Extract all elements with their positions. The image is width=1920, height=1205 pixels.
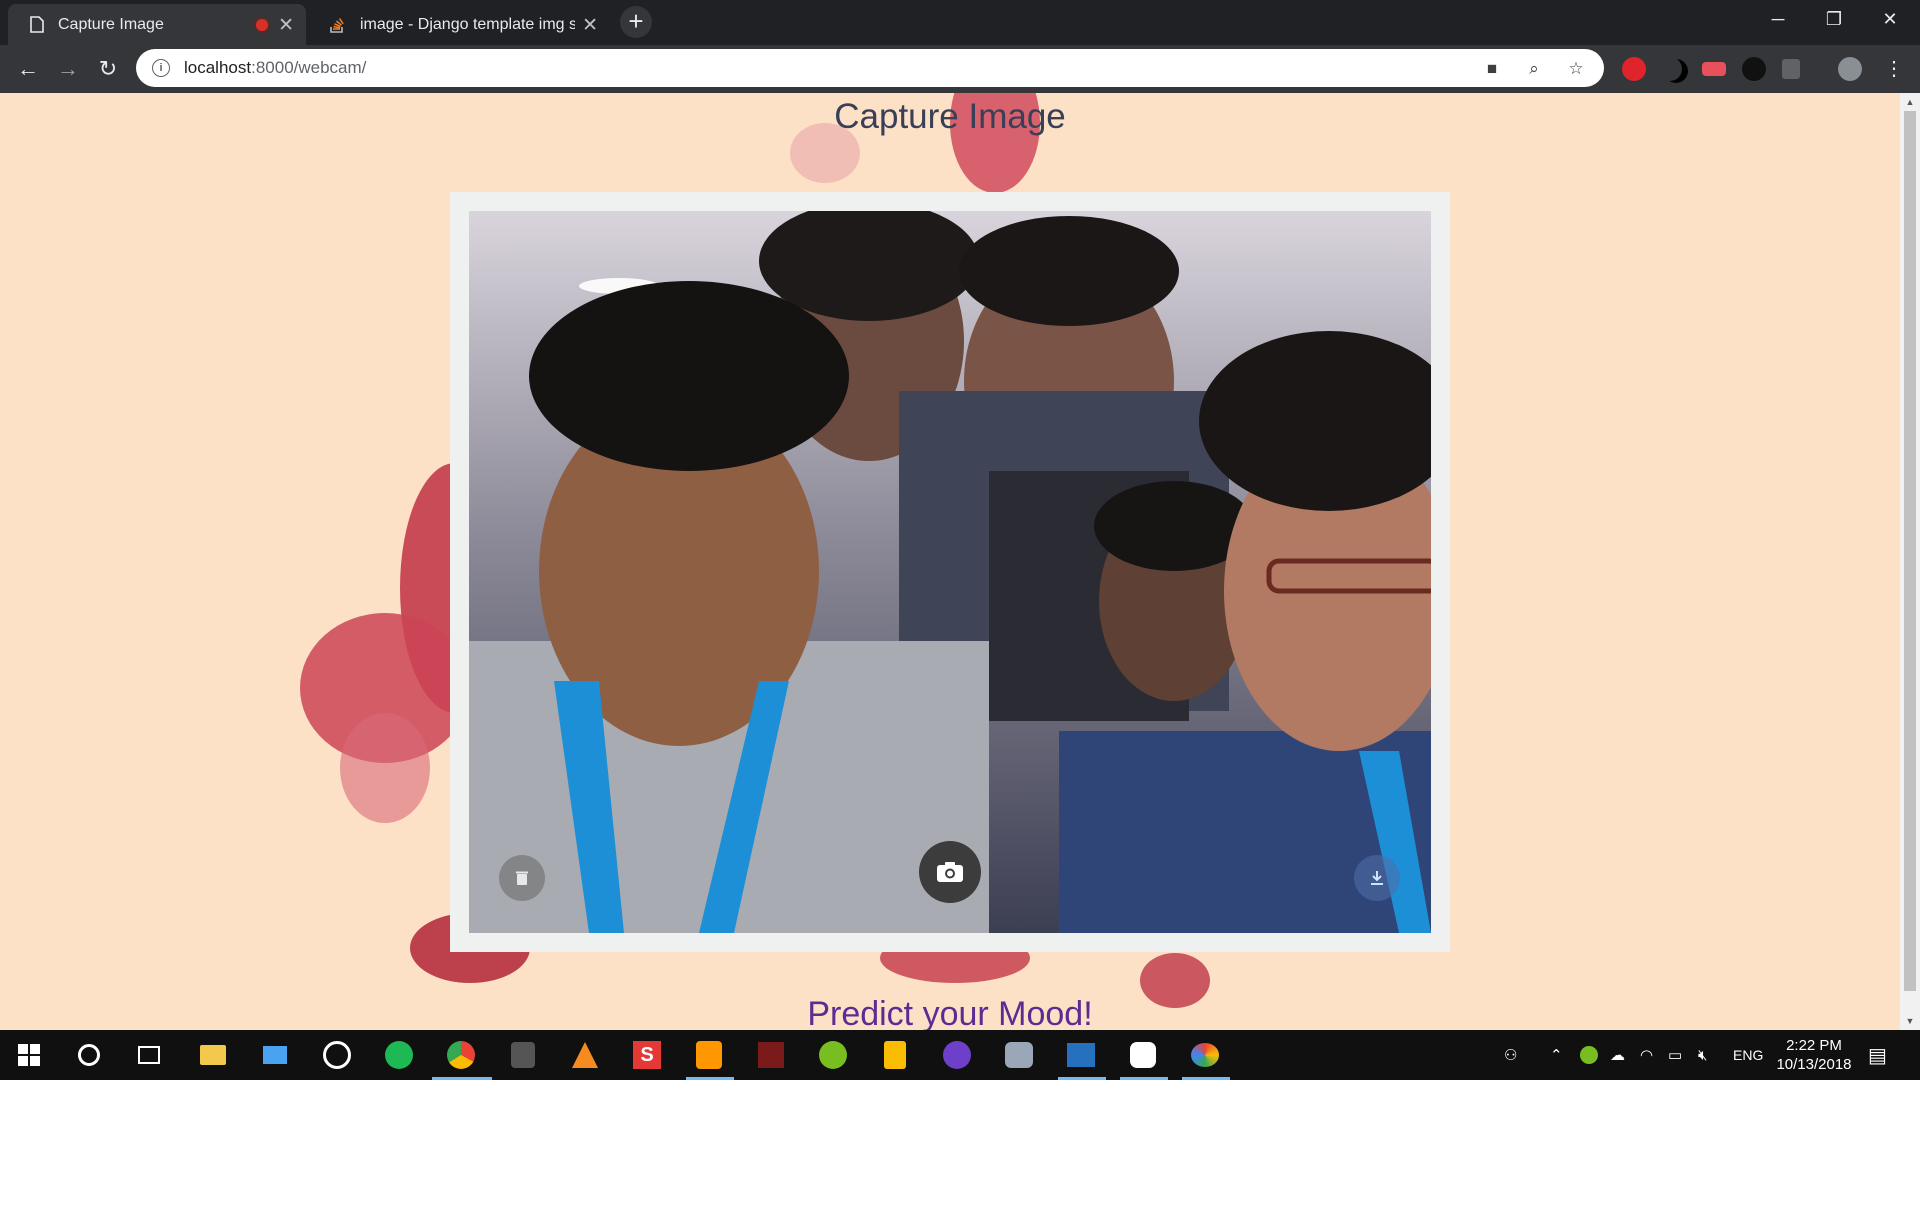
new-tab-button[interactable]: + — [620, 6, 652, 38]
wifi-icon[interactable]: ◠ — [1640, 1030, 1653, 1080]
profile-avatar[interactable] — [1838, 57, 1862, 81]
zoom-icon[interactable]: ⌕ — [1524, 59, 1544, 79]
clock-date: 10/13/2018 — [1776, 1056, 1852, 1073]
restore-button[interactable]: ❐ — [1806, 0, 1862, 40]
battery-icon[interactable]: ▭ — [1668, 1030, 1682, 1080]
windows-start-icon[interactable] — [12, 1038, 46, 1072]
address-bar[interactable]: i localhost:8000/webcam/ ■ ⌕ ☆ — [136, 49, 1604, 87]
scroll-down-arrow[interactable]: ▼ — [1900, 1016, 1920, 1026]
spotify-icon[interactable] — [382, 1038, 416, 1072]
reload-button[interactable]: ↻ — [94, 55, 122, 83]
chrome-icon[interactable] — [444, 1038, 478, 1072]
onedrive-icon[interactable]: ☁ — [1610, 1030, 1625, 1080]
incognito-extension-icon[interactable] — [1742, 57, 1766, 81]
webcam-image — [469, 211, 1431, 933]
predict-mood-heading: Predict your Mood! — [807, 995, 1093, 1030]
utorrent-tray-icon[interactable] — [1580, 1030, 1598, 1080]
back-button[interactable]: ← — [14, 55, 42, 83]
paint-icon[interactable] — [1188, 1038, 1222, 1072]
page-icon — [30, 16, 44, 33]
download-icon — [1371, 871, 1383, 885]
clock[interactable]: 2:22 PM 10/13/2018 — [1764, 1036, 1864, 1074]
tab-strip: Capture Image ✕ image - Django template … — [0, 0, 1920, 45]
delete-button[interactable] — [499, 855, 545, 901]
stackoverflow-icon — [328, 16, 346, 34]
url-host: localhost — [184, 58, 252, 77]
page-scrollbar[interactable]: ▲ ▼ — [1900, 93, 1920, 1030]
tab-title: Capture Image — [58, 15, 164, 33]
webcam-feed — [469, 211, 1431, 933]
cortana-icon[interactable] — [72, 1038, 106, 1072]
clock-time: 2:22 PM — [1786, 1037, 1842, 1054]
sublime-text-icon[interactable] — [692, 1038, 726, 1072]
active-indicator — [1120, 1077, 1168, 1080]
adblock-extension-icon[interactable] — [1622, 57, 1646, 81]
s-app-icon[interactable]: S — [630, 1038, 664, 1072]
vlc-icon[interactable] — [568, 1038, 602, 1072]
dark-mode-extension-icon[interactable] — [1662, 57, 1690, 85]
tab-django-template[interactable]: image - Django template img src ✕ — [316, 4, 610, 45]
close-window-button[interactable]: ✕ — [1862, 0, 1918, 40]
keep-icon[interactable] — [878, 1038, 912, 1072]
scroll-thumb[interactable] — [1904, 111, 1916, 991]
input-language[interactable]: ENG — [1733, 1030, 1763, 1080]
info-icon[interactable]: i — [152, 59, 170, 77]
bookmark-star-icon[interactable]: ☆ — [1566, 59, 1586, 79]
screen: Capture Image ✕ image - Django template … — [0, 0, 1920, 1080]
camera-icon — [937, 862, 963, 882]
predator-sense-icon[interactable] — [754, 1038, 788, 1072]
file-explorer-icon[interactable] — [196, 1038, 230, 1072]
tab-capture-image[interactable]: Capture Image ✕ — [8, 4, 306, 45]
close-tab-icon[interactable]: ✕ — [582, 14, 598, 37]
powershell-icon[interactable] — [1064, 1038, 1098, 1072]
page-content: Capture Image Predict your Mood! — [0, 93, 1900, 1030]
recording-icon — [256, 19, 268, 31]
browser-toolbar: ← → ↻ i localhost:8000/webcam/ ■ ⌕ ☆ ⋮ — [0, 45, 1920, 93]
menu-icon[interactable]: ⋮ — [1880, 55, 1908, 83]
ink-decoration — [340, 713, 430, 823]
task-view-icon[interactable] — [132, 1038, 166, 1072]
remote-desktop-icon[interactable] — [258, 1038, 292, 1072]
scroll-up-arrow[interactable]: ▲ — [1900, 97, 1920, 107]
url-path: :8000/webcam/ — [251, 58, 367, 77]
github-icon[interactable] — [940, 1038, 974, 1072]
active-indicator — [432, 1077, 492, 1080]
trash-icon — [516, 871, 528, 885]
windows-taskbar: S ⚇ ⌃ ☁ ◠ ▭ 🔇︎ ENG 2:22 PM 10/13/2018 ▤ — [0, 1030, 1920, 1080]
active-indicator — [1182, 1077, 1230, 1080]
minimize-button[interactable]: ─ — [1750, 0, 1806, 40]
camera-in-use-icon[interactable]: ■ — [1482, 59, 1502, 79]
clipboard-extension-icon[interactable] — [1782, 59, 1800, 79]
capture-button[interactable] — [919, 841, 981, 903]
screen-record-extension-icon[interactable] — [1702, 62, 1726, 76]
close-tab-icon[interactable]: ✕ — [278, 14, 294, 37]
groove-music-icon[interactable] — [320, 1038, 354, 1072]
forward-button[interactable]: → — [54, 55, 82, 83]
volume-muted-icon[interactable]: 🔇︎ — [1698, 1030, 1707, 1080]
page-title: Capture Image — [834, 97, 1066, 136]
action-center-icon[interactable]: ▤ — [1868, 1030, 1887, 1080]
tree-app-icon[interactable] — [1002, 1038, 1036, 1072]
utorrent-icon[interactable] — [816, 1038, 850, 1072]
show-hidden-icons[interactable]: ⌃ — [1550, 1030, 1563, 1080]
active-indicator — [686, 1077, 734, 1080]
tab-title: image - Django template img src — [360, 15, 575, 33]
download-button[interactable] — [1354, 855, 1400, 901]
people-icon[interactable]: ⚇ — [1504, 1030, 1517, 1080]
predator-icon[interactable] — [506, 1038, 540, 1072]
active-indicator — [1058, 1077, 1106, 1080]
slack-icon[interactable] — [1126, 1038, 1160, 1072]
